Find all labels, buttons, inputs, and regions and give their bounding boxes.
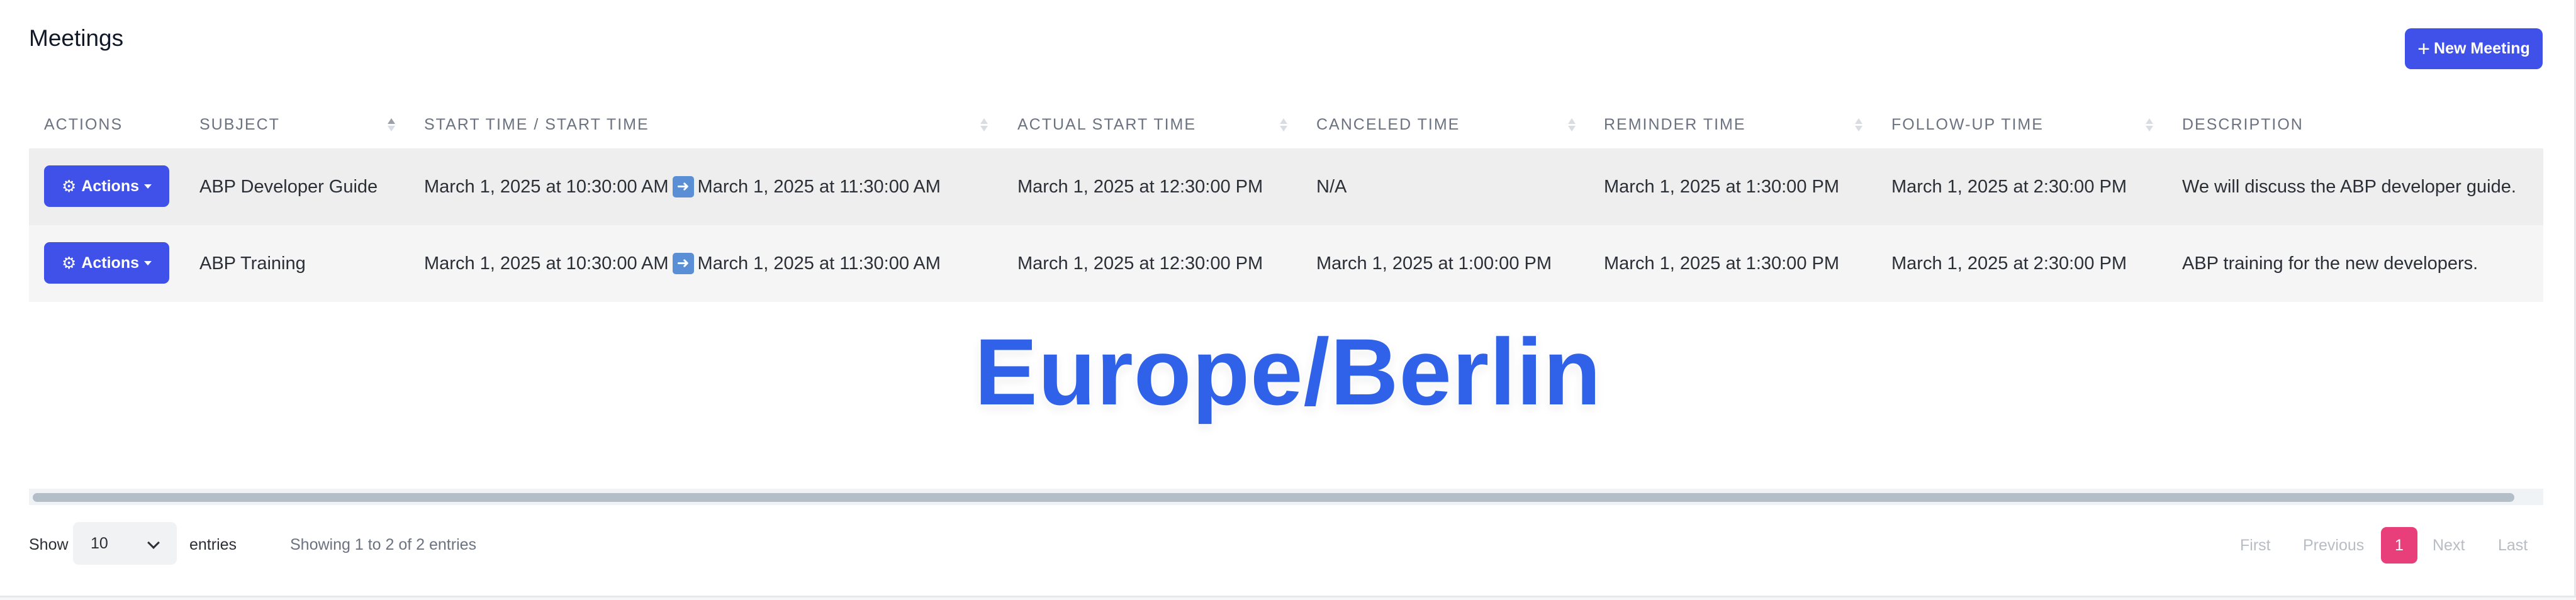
meetings-table: ACTIONS SUBJECT START TIME / START TIME … <box>29 101 2543 302</box>
cell-reminder-time: March 1, 2025 at 1:30:00 PM <box>1604 176 1839 197</box>
actions-label: Actions <box>81 177 139 195</box>
column-header-subject[interactable]: SUBJECT <box>199 101 280 148</box>
pagination-first[interactable]: First <box>2240 527 2271 564</box>
column-header-actions: ACTIONS <box>44 115 123 133</box>
plus-icon: + <box>2417 36 2431 61</box>
column-header-actual-start-time[interactable]: ACTUAL START TIME <box>1017 101 1196 148</box>
cell-follow-up-time: March 1, 2025 at 2:30:00 PM <box>1891 176 2127 197</box>
column-header-canceled-time[interactable]: CANCELED TIME <box>1316 101 1460 148</box>
start-time-to: March 1, 2025 at 11:30:00 AM <box>697 176 941 197</box>
cell-actual-start-time: March 1, 2025 at 12:30:00 PM <box>1017 176 1263 197</box>
sort-reminder-time-icon[interactable] <box>1855 113 1864 136</box>
timezone-overlay: Europe/Berlin <box>974 319 1602 425</box>
cell-reminder-time: March 1, 2025 at 1:30:00 PM <box>1604 253 1839 274</box>
page-size-select[interactable]: 10 <box>73 522 177 565</box>
meetings-card: Meetings + New Meeting ACTIONS SUBJECT S… <box>0 0 2576 597</box>
cell-canceled-time: N/A <box>1316 176 1347 197</box>
sort-start-time-icon[interactable] <box>980 113 989 136</box>
caret-down-icon <box>144 184 152 189</box>
table-info: Showing 1 to 2 of 2 entries <box>290 536 477 553</box>
column-header-reminder-time[interactable]: REMINDER TIME <box>1604 101 1746 148</box>
new-meeting-button[interactable]: + New Meeting <box>2405 28 2543 69</box>
table-row: ⚙ Actions ABP Training March 1, 2025 at … <box>29 225 2543 302</box>
page-size-value: 10 <box>91 534 108 552</box>
column-header-description: DESCRIPTION <box>2182 115 2304 133</box>
cell-start-time: March 1, 2025 at 10:30:00 AM ➜ March 1, … <box>424 148 941 225</box>
table-row: ⚙ Actions ABP Developer Guide March 1, 2… <box>29 148 2543 225</box>
cell-subject: ABP Developer Guide <box>199 176 378 197</box>
gear-icon: ⚙ <box>62 177 77 196</box>
caret-down-icon <box>144 260 152 265</box>
pagination-previous[interactable]: Previous <box>2303 527 2364 564</box>
actions-label: Actions <box>81 253 139 272</box>
column-header-start-time[interactable]: START TIME / START TIME <box>424 101 649 148</box>
pagination-page-1[interactable]: 1 <box>2381 527 2417 564</box>
cell-actual-start-time: March 1, 2025 at 12:30:00 PM <box>1017 253 1263 274</box>
scrollbar-thumb[interactable] <box>33 493 2514 502</box>
cell-start-time: March 1, 2025 at 10:30:00 AM ➜ March 1, … <box>424 225 941 302</box>
gear-icon: ⚙ <box>62 253 77 272</box>
sort-actual-start-time-icon[interactable] <box>1280 113 1289 136</box>
right-arrow-icon: ➜ <box>672 253 694 274</box>
horizontal-scrollbar[interactable] <box>29 489 2543 505</box>
cell-description: ABP training for the new developers. <box>2182 253 2478 274</box>
actions-dropdown-button[interactable]: ⚙ Actions <box>44 165 169 207</box>
cell-canceled-time: March 1, 2025 at 1:00:00 PM <box>1316 253 1552 274</box>
page-title: Meetings <box>29 25 124 51</box>
sort-subject-icon[interactable] <box>388 113 396 136</box>
chevron-down-icon <box>147 536 160 549</box>
right-arrow-icon: ➜ <box>672 176 694 197</box>
cell-subject: ABP Training <box>199 253 306 274</box>
sort-follow-up-time-icon[interactable] <box>2146 113 2154 136</box>
new-meeting-label: New Meeting <box>2434 40 2530 57</box>
pagination-next[interactable]: Next <box>2433 527 2465 564</box>
entries-label: entries <box>189 536 237 553</box>
start-time-from: March 1, 2025 at 10:30:00 AM <box>424 176 669 197</box>
cell-follow-up-time: March 1, 2025 at 2:30:00 PM <box>1891 253 2127 274</box>
actions-dropdown-button[interactable]: ⚙ Actions <box>44 242 169 284</box>
show-label: Show <box>29 536 69 553</box>
table-header: ACTIONS SUBJECT START TIME / START TIME … <box>29 101 2543 148</box>
pagination-last[interactable]: Last <box>2498 527 2528 564</box>
sort-canceled-time-icon[interactable] <box>1568 113 1577 136</box>
start-time-from: March 1, 2025 at 10:30:00 AM <box>424 253 669 274</box>
column-header-follow-up-time[interactable]: FOLLOW-UP TIME <box>1891 101 2044 148</box>
start-time-to: March 1, 2025 at 11:30:00 AM <box>697 253 941 274</box>
cell-description: We will discuss the ABP developer guide. <box>2182 176 2516 197</box>
